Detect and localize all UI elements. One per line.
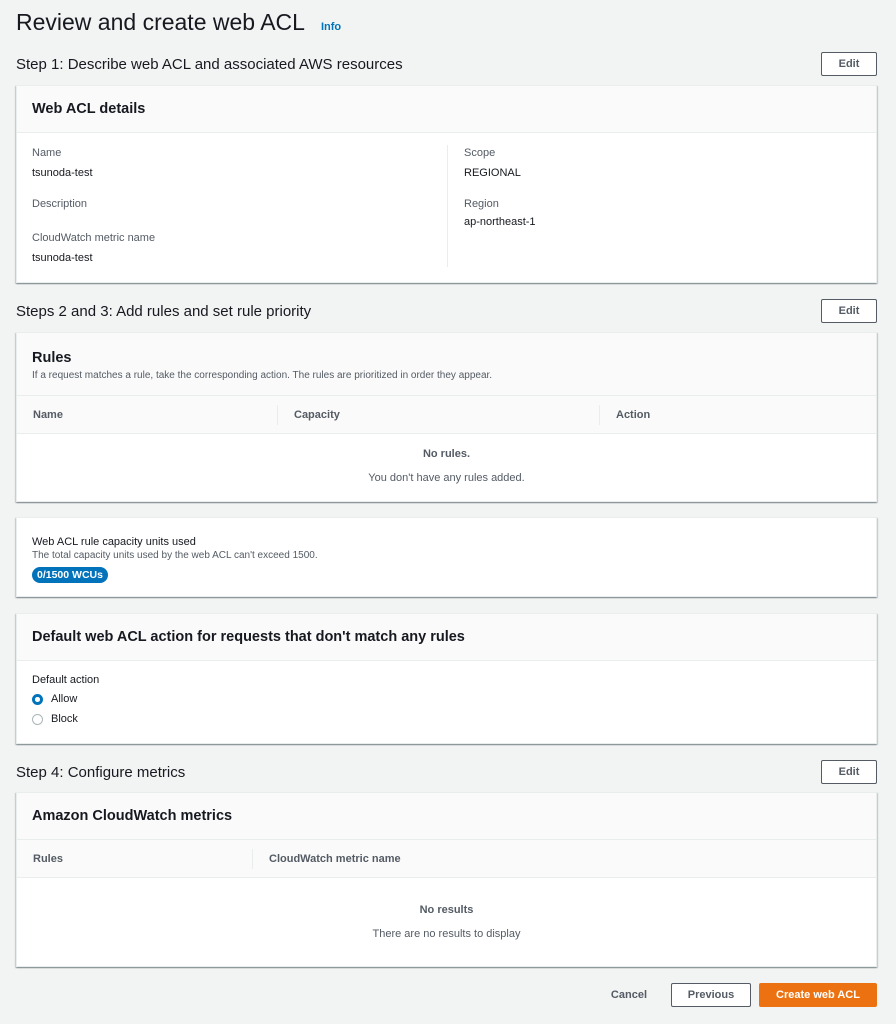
metrics-empty-state: No results There are no results to displ… <box>17 878 876 940</box>
capacity-body: Web ACL rule capacity units used The tot… <box>17 518 876 583</box>
empty-state-title: No results <box>419 904 474 916</box>
radio-allow[interactable] <box>32 693 43 705</box>
scope-label: Scope <box>464 147 496 159</box>
scope-value: REGIONAL <box>464 167 521 179</box>
column-header-rules[interactable]: Rules <box>17 840 252 877</box>
step4-header: Step 4: Configure metrics Edit <box>16 760 877 784</box>
column-header-metric-name[interactable]: CloudWatch metric name <box>253 840 876 877</box>
radio-allow-label[interactable]: Allow <box>51 693 77 705</box>
empty-state-text: You don't have any rules added. <box>368 472 525 484</box>
step4-title: Step 4: Configure metrics <box>16 763 186 781</box>
rules-title: Rules <box>32 349 72 366</box>
rules-description: If a request matches a rule, take the co… <box>32 369 493 381</box>
description-label: Description <box>32 198 88 210</box>
radio-block[interactable] <box>32 713 43 725</box>
step4-edit-button[interactable]: Edit <box>821 760 877 784</box>
capacity-badge: 0/1500 WCUs <box>32 567 108 583</box>
empty-state-title: No rules. <box>422 448 471 460</box>
default-action-title: Default web ACL action for requests that… <box>32 629 465 645</box>
name-label: Name <box>32 147 62 159</box>
page-header: Review and create web ACL Info <box>16 9 341 36</box>
radio-option-block[interactable]: Block <box>32 709 861 729</box>
cloudwatch-metric-label: CloudWatch metric name <box>32 232 156 244</box>
capacity-badge-wrap: 0/1500 WCUs <box>32 565 861 583</box>
web-acl-details-body: Name tsunoda-test Description CloudWatch… <box>17 133 876 283</box>
info-link[interactable]: Info <box>321 21 341 33</box>
rules-header: Rules If a request matches a rule, take … <box>17 333 876 396</box>
column-header-name[interactable]: Name <box>17 396 277 433</box>
default-action-header: Default web ACL action for requests that… <box>17 614 876 661</box>
capacity-label: Web ACL rule capacity units used <box>32 536 196 548</box>
cloudwatch-metrics-title: Amazon CloudWatch metrics <box>32 808 233 824</box>
rules-card: Rules If a request matches a rule, take … <box>16 332 877 502</box>
radio-block-label[interactable]: Block <box>51 713 78 725</box>
capacity-card: Web ACL rule capacity units used The tot… <box>16 517 877 597</box>
cloudwatch-metrics-card: Amazon CloudWatch metrics Rules CloudWat… <box>16 792 877 967</box>
name-value: tsunoda-test <box>32 167 93 179</box>
empty-state-text: There are no results to display <box>372 928 521 940</box>
review-page: Review and create web ACL Info Step 1: D… <box>0 0 896 1024</box>
default-action-label: Default action <box>32 674 100 686</box>
step23-header: Steps 2 and 3: Add rules and set rule pr… <box>16 299 877 323</box>
cancel-button[interactable]: Cancel <box>611 989 647 1001</box>
previous-button[interactable]: Previous <box>671 983 751 1007</box>
cloudwatch-metrics-header: Amazon CloudWatch metrics <box>17 793 876 840</box>
default-action-card: Default web ACL action for requests that… <box>16 613 877 744</box>
step23-title: Steps 2 and 3: Add rules and set rule pr… <box>16 302 312 320</box>
metrics-table-header: Rules CloudWatch metric name <box>17 840 876 878</box>
footer-actions: Cancel Previous Create web ACL <box>611 983 877 1007</box>
region-label: Region <box>464 198 499 210</box>
capacity-description: The total capacity units used by the web… <box>32 550 318 561</box>
step23-edit-button[interactable]: Edit <box>821 299 877 323</box>
step1-edit-button[interactable]: Edit <box>821 52 877 76</box>
details-right-column: Scope REGIONAL Region ap-northeast-1 <box>464 147 536 228</box>
step1-header: Step 1: Describe web ACL and associated … <box>16 52 877 76</box>
web-acl-details-header: Web ACL details <box>17 86 876 133</box>
column-divider <box>447 145 448 267</box>
web-acl-details-title: Web ACL details <box>32 101 146 117</box>
default-action-body: Default action Allow Block <box>17 661 876 729</box>
step1-title: Step 1: Describe web ACL and associated … <box>16 55 403 73</box>
web-acl-details-card: Web ACL details Name tsunoda-test Descri… <box>16 85 877 283</box>
region-value: ap-northeast-1 <box>464 216 536 228</box>
create-web-acl-button[interactable]: Create web ACL <box>759 983 877 1007</box>
rules-empty-state: No rules. You don't have any rules added… <box>17 434 876 484</box>
column-header-capacity[interactable]: Capacity <box>278 396 599 433</box>
radio-option-allow[interactable]: Allow <box>32 689 861 709</box>
details-left-column: Name tsunoda-test Description CloudWatch… <box>32 147 155 264</box>
page-title: Review and create web ACL <box>16 9 305 35</box>
column-header-action[interactable]: Action <box>600 396 876 433</box>
cloudwatch-metric-value: tsunoda-test <box>32 252 93 264</box>
rules-table-header: Name Capacity Action <box>17 396 876 434</box>
